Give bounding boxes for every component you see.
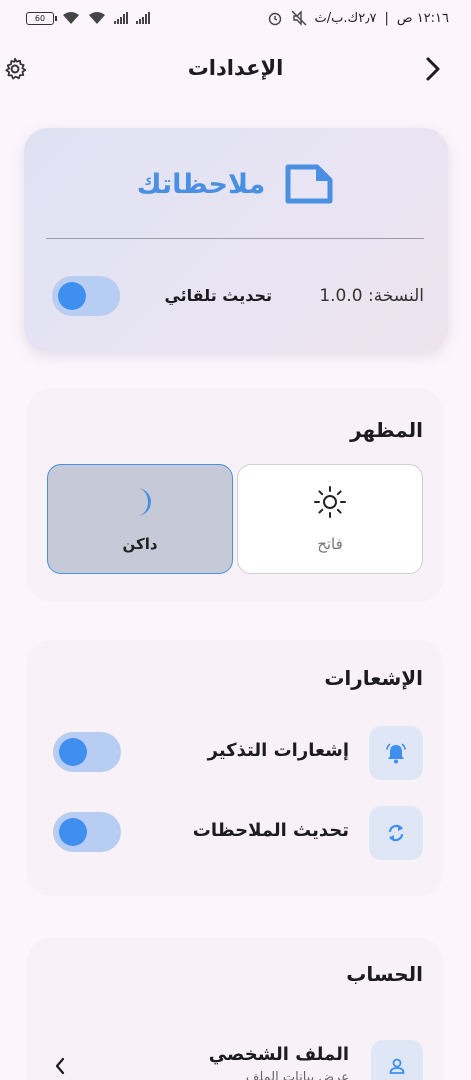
wifi-icon-2 (89, 12, 105, 24)
profile-subtitle: عرض بيانات الملف (245, 1070, 349, 1080)
toggle-knob (59, 738, 87, 766)
network-speed: ٢٫٧ك.ب/ث (314, 10, 377, 26)
theme-light-button[interactable]: فاتح (237, 464, 423, 574)
settings-gear-icon[interactable] (2, 56, 28, 82)
wifi-icon (63, 12, 79, 24)
note-icon (285, 164, 333, 204)
app-bar: الإعدادات (0, 42, 471, 94)
bell-ringing-icon (369, 726, 423, 780)
reminders-label: إشعارات التذكير (207, 740, 349, 761)
profile-label[interactable]: الملف الشخصي (209, 1044, 349, 1065)
app-name-row: ملاحظاتك (24, 162, 448, 206)
chevron-left-icon[interactable] (53, 1056, 67, 1076)
appearance-title: المظهر (350, 418, 423, 442)
back-chevron-icon[interactable] (423, 54, 443, 84)
sync-icon (369, 806, 423, 860)
notes-sync-toggle[interactable] (53, 812, 121, 852)
status-icons-left: 60 (26, 11, 150, 25)
signal-icon-2 (136, 12, 150, 24)
app-name: ملاحظاتك (136, 168, 266, 200)
account-card: الحساب الملف الشخصي عرض بيانات الملف (27, 938, 443, 1080)
account-title: الحساب (346, 962, 423, 986)
alarm-icon (268, 12, 281, 26)
reminders-toggle[interactable] (53, 732, 121, 772)
person-icon (371, 1040, 423, 1080)
toggle-knob (59, 818, 87, 846)
theme-dark-label: داكن (122, 535, 158, 553)
status-separator: | (384, 10, 389, 26)
sun-icon (314, 486, 346, 518)
app-info-card: ملاحظاتك النسخة: 1.0.0 تحديث تلقائي (24, 128, 448, 352)
status-bar: 60 ١٢:١٦ ص | ٢٫٧ك.ب/ث (0, 0, 471, 36)
notifications-card: الإشعارات إشعارات التذكير تحديث الملاحظا… (27, 640, 443, 896)
moon-icon (137, 488, 151, 516)
version-text: النسخة: 1.0.0 (319, 286, 424, 306)
appearance-card: المظهر فاتح داكن (27, 388, 443, 602)
auto-update-toggle[interactable] (52, 276, 120, 316)
divider (46, 238, 424, 239)
theme-dark-button[interactable]: داكن (47, 464, 233, 574)
notifications-title: الإشعارات (324, 666, 423, 690)
battery-icon: 60 (26, 11, 57, 25)
signal-icon (114, 12, 128, 24)
status-info-right: ١٢:١٦ ص | ٢٫٧ك.ب/ث (267, 10, 449, 26)
auto-update-label: تحديث تلقائي (164, 286, 272, 305)
mute-icon (291, 10, 307, 26)
toggle-knob (58, 282, 86, 310)
battery-level: 60 (34, 13, 46, 23)
notes-sync-label: تحديث الملاحظات (192, 820, 349, 841)
status-time: ١٢:١٦ ص (396, 10, 449, 26)
theme-light-label: فاتح (317, 535, 343, 553)
page-title: الإعدادات (187, 56, 284, 80)
